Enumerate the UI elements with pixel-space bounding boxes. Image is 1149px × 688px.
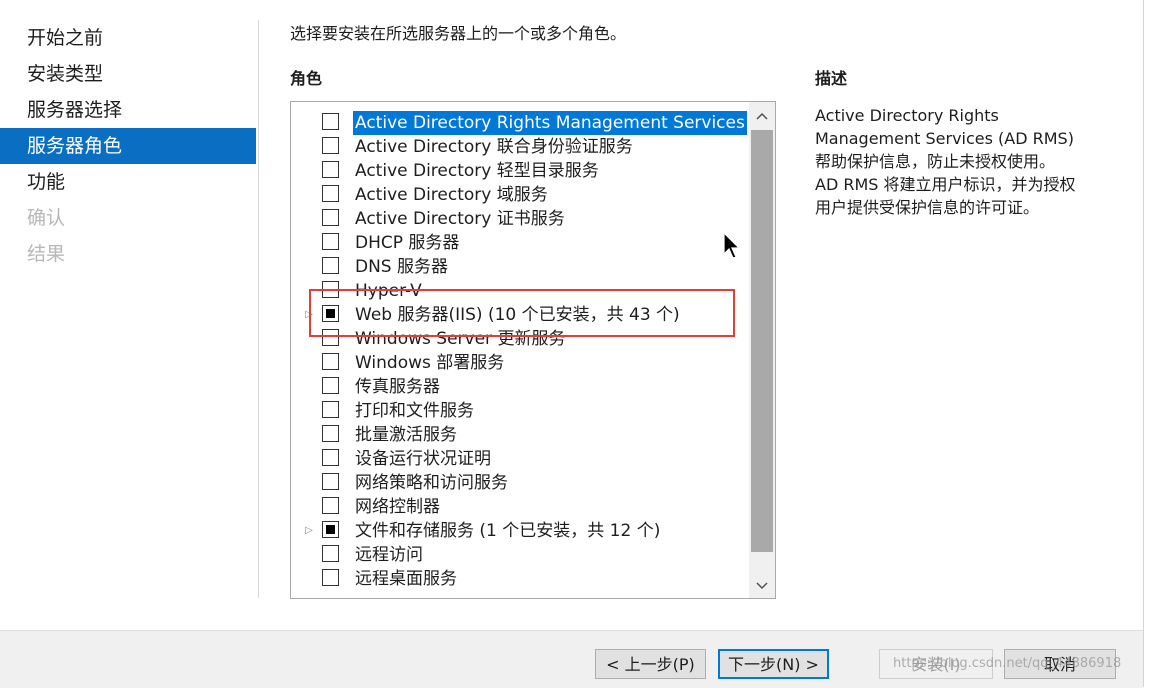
- role-label[interactable]: 文件和存储服务 (1 个已安装，共 12 个): [353, 519, 662, 543]
- role-label[interactable]: 打印和文件服务: [353, 399, 476, 423]
- role-checkbox[interactable]: [322, 497, 339, 514]
- role-checkbox[interactable]: [322, 521, 339, 538]
- chevron-down-icon[interactable]: [749, 574, 775, 598]
- role-label[interactable]: Active Directory 证书服务: [353, 207, 567, 231]
- mouse-pointer-icon: [723, 231, 741, 260]
- nav-item-confirmation: 确认: [27, 207, 66, 229]
- role-checkbox[interactable]: [322, 545, 339, 562]
- nav-item-server-selection[interactable]: 服务器选择: [0, 92, 256, 128]
- roles-list: Active Directory Rights Management Servi…: [291, 111, 751, 591]
- role-label[interactable]: Web 服务器(IIS) (10 个已安装，共 43 个): [353, 303, 682, 327]
- role-checkbox[interactable]: [322, 185, 339, 202]
- role-label[interactable]: DNS 服务器: [353, 255, 450, 279]
- role-checkbox[interactable]: [322, 569, 339, 586]
- role-checkbox[interactable]: [322, 377, 339, 394]
- role-checkbox[interactable]: [322, 449, 339, 466]
- role-label[interactable]: 传真服务器: [353, 375, 442, 399]
- role-label[interactable]: Active Directory Rights Management Servi…: [353, 111, 747, 135]
- role-row[interactable]: Active Directory 域服务: [291, 183, 751, 207]
- cancel-button[interactable]: 取消: [1004, 649, 1116, 679]
- role-checkbox[interactable]: [322, 233, 339, 250]
- description-line: Management Services (AD RMS): [815, 129, 1074, 148]
- role-checkbox[interactable]: [322, 137, 339, 154]
- description-heading: 描述: [815, 69, 848, 88]
- description-line: 用户提供受保护信息的许可证。: [815, 198, 1040, 217]
- nav-divider: [258, 20, 259, 598]
- roles-scrollbar[interactable]: [749, 102, 775, 598]
- role-checkbox[interactable]: [322, 305, 339, 322]
- role-row[interactable]: 远程桌面服务: [291, 567, 751, 591]
- role-label[interactable]: 远程访问: [353, 543, 425, 567]
- role-row[interactable]: DHCP 服务器: [291, 231, 751, 255]
- window-right-edge: [1143, 0, 1149, 687]
- description-line: AD RMS 将建立用户标识，并为授权: [815, 175, 1076, 194]
- scrollbar-thumb[interactable]: [751, 130, 773, 552]
- nav-item-installation-type[interactable]: 安装类型: [0, 56, 256, 92]
- role-checkbox[interactable]: [322, 161, 339, 178]
- description-line: Active Directory Rights: [815, 106, 999, 125]
- role-label[interactable]: Active Directory 域服务: [353, 183, 550, 207]
- role-label[interactable]: Active Directory 联合身份验证服务: [353, 135, 635, 159]
- role-row[interactable]: 传真服务器: [291, 375, 751, 399]
- role-label[interactable]: 网络策略和访问服务: [353, 471, 510, 495]
- chevron-up-icon[interactable]: [749, 104, 775, 128]
- role-row[interactable]: Windows 部署服务: [291, 351, 751, 375]
- role-row[interactable]: 设备运行状况证明: [291, 447, 751, 471]
- role-checkbox[interactable]: [322, 425, 339, 442]
- role-label[interactable]: Hyper-V: [353, 279, 424, 303]
- role-row[interactable]: Active Directory 联合身份验证服务: [291, 135, 751, 159]
- role-label[interactable]: 远程桌面服务: [353, 567, 459, 591]
- role-row[interactable]: ▷ Web 服务器(IIS) (10 个已安装，共 43 个): [291, 303, 751, 327]
- page-instruction: 选择要安装在所选服务器上的一个或多个角色。: [290, 24, 627, 43]
- roles-list-box[interactable]: Active Directory Rights Management Servi…: [290, 101, 776, 599]
- previous-button[interactable]: < 上一步(P): [595, 649, 706, 679]
- role-row[interactable]: 网络策略和访问服务: [291, 471, 751, 495]
- role-row[interactable]: Windows Server 更新服务: [291, 327, 751, 351]
- role-checkbox[interactable]: [322, 281, 339, 298]
- nav-item-before-you-begin[interactable]: 开始之前: [0, 20, 256, 56]
- role-label[interactable]: 批量激活服务: [353, 423, 459, 447]
- description-line: 帮助保护信息，防止未授权使用。: [815, 152, 1056, 171]
- nav-item-server-roles[interactable]: 服务器角色: [0, 128, 256, 164]
- role-row[interactable]: 网络控制器: [291, 495, 751, 519]
- role-label[interactable]: Windows Server 更新服务: [353, 327, 567, 351]
- role-row[interactable]: 打印和文件服务: [291, 399, 751, 423]
- role-checkbox[interactable]: [322, 353, 339, 370]
- next-button[interactable]: 下一步(N) >: [718, 649, 829, 679]
- role-label[interactable]: Active Directory 轻型目录服务: [353, 159, 601, 183]
- role-row[interactable]: 远程访问: [291, 543, 751, 567]
- role-checkbox[interactable]: [322, 113, 339, 130]
- role-row[interactable]: Hyper-V: [291, 279, 751, 303]
- install-button: 安装(I): [879, 649, 993, 679]
- nav-item-features[interactable]: 功能: [0, 164, 256, 200]
- wizard-navigation: 开始之前 安装类型 服务器选择 服务器角色 功能 确认 结果: [0, 20, 256, 272]
- expand-arrow-icon[interactable]: ▷: [303, 519, 315, 543]
- role-label[interactable]: DHCP 服务器: [353, 231, 461, 255]
- role-row[interactable]: 批量激活服务: [291, 423, 751, 447]
- role-label[interactable]: 网络控制器: [353, 495, 442, 519]
- role-row[interactable]: ▷ 文件和存储服务 (1 个已安装，共 12 个): [291, 519, 751, 543]
- role-label[interactable]: Windows 部署服务: [353, 351, 506, 375]
- nav-item-results: 结果: [27, 243, 66, 265]
- role-checkbox[interactable]: [322, 473, 339, 490]
- role-checkbox[interactable]: [322, 257, 339, 274]
- role-checkbox[interactable]: [322, 329, 339, 346]
- role-row[interactable]: Active Directory Rights Management Servi…: [291, 111, 751, 135]
- role-row[interactable]: DNS 服务器: [291, 255, 751, 279]
- role-description: Active Directory Rights Management Servi…: [815, 104, 1120, 219]
- role-checkbox[interactable]: [322, 401, 339, 418]
- role-row[interactable]: Active Directory 轻型目录服务: [291, 159, 751, 183]
- role-row[interactable]: Active Directory 证书服务: [291, 207, 751, 231]
- role-label[interactable]: 设备运行状况证明: [353, 447, 493, 471]
- wizard-footer: < 上一步(P) 下一步(N) > 安装(I) 取消: [0, 630, 1143, 688]
- expand-arrow-icon[interactable]: ▷: [303, 303, 315, 327]
- role-checkbox[interactable]: [322, 209, 339, 226]
- roles-heading: 角色: [290, 69, 323, 88]
